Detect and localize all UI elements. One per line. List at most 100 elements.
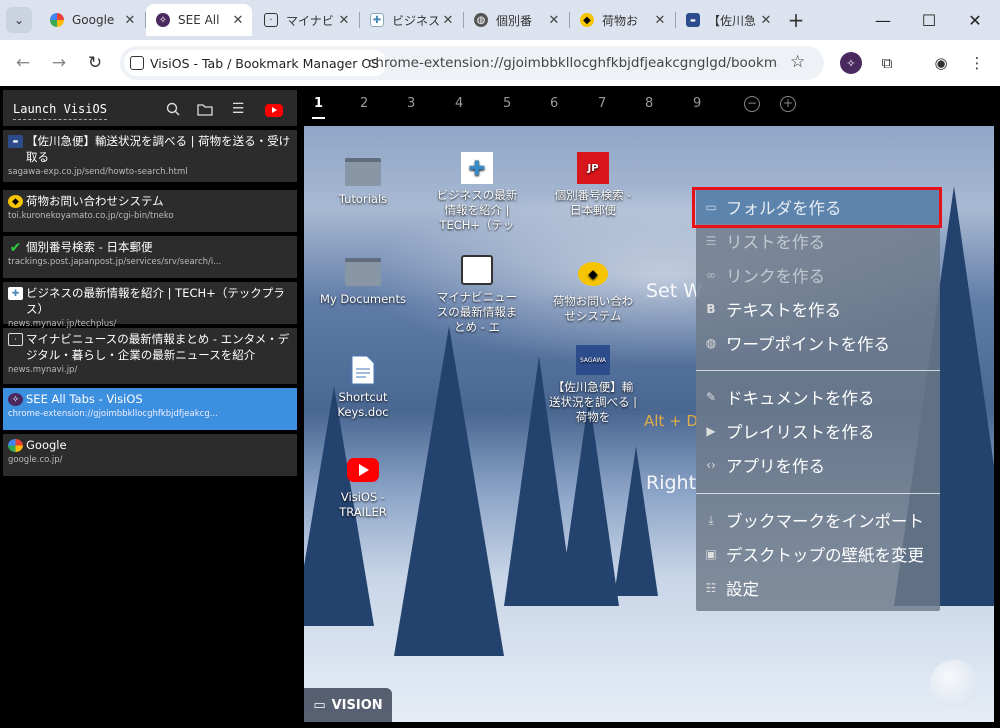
menu-item-create-text[interactable]: B テキストを作る — [696, 292, 940, 326]
menu-item-change-wallpaper[interactable]: ▣ デスクトップの壁紙を変更 — [696, 537, 940, 571]
minimize-button[interactable]: — — [868, 8, 898, 32]
desktop-tab-5[interactable]: 5 — [503, 96, 511, 111]
tab-title: ビジネス — [392, 13, 440, 28]
desktop-tab-6[interactable]: 6 — [550, 96, 558, 111]
extensions-puzzle-icon[interactable]: ⧉ — [876, 52, 898, 74]
yamato-icon: ◆ — [580, 13, 594, 27]
forward-button[interactable]: → — [47, 51, 71, 75]
reload-button[interactable]: ↻ — [83, 51, 107, 75]
close-tab-icon[interactable]: ✕ — [230, 13, 246, 28]
desktop-tab-7[interactable]: 7 — [598, 96, 606, 111]
menu-item-create-app[interactable]: ‹› アプリを作る — [696, 448, 940, 482]
tab-card[interactable]: · マイナビニュースの最新情報まとめ - エンタメ・デジタル・暮らし・企業の最新ニ… — [3, 328, 297, 384]
tab-card-url: trackings.post.japanpost.jp/services/srv… — [8, 257, 222, 267]
hint-text: Right — [646, 472, 697, 494]
browser-tab-yamato[interactable]: ◆ 荷物お ✕ — [570, 4, 674, 36]
browser-tab-sagawa[interactable]: ▬ 【佐川急 ✕ — [676, 4, 780, 36]
tab-title: 【佐川急 — [708, 13, 757, 28]
browser-tab-visios[interactable]: ✧ SEE All ✕ — [146, 4, 252, 36]
more-menu-icon[interactable]: ⋮ — [966, 52, 988, 74]
desktop-icon-sagawa[interactable]: SAGAWA 【佐川急便】輸送状況を調べる | 荷物を — [548, 344, 638, 425]
close-tab-icon[interactable]: ✕ — [758, 13, 774, 28]
tab-card-selected[interactable]: ✧ SEE All Tabs - VisiOS chrome-extension:… — [3, 388, 297, 430]
menu-item-create-list[interactable]: ☰ リストを作る — [696, 224, 940, 258]
menu-item-import-bookmarks[interactable]: ⤓ ブックマークをインポート — [696, 503, 940, 537]
tab-search-button[interactable]: ⌄ — [6, 7, 32, 33]
close-tab-icon[interactable]: ✕ — [122, 13, 138, 28]
vision-button[interactable]: ▭ VISION — [304, 688, 392, 722]
search-icon[interactable] — [164, 100, 182, 118]
hint-text: Alt + D — [644, 412, 698, 430]
desktop-icon-visios-trailer[interactable]: VisiOS - TRAILER — [318, 454, 408, 520]
monitor-icon — [461, 255, 493, 285]
menu-item-settings[interactable]: ☷ 設定 — [696, 571, 940, 605]
visios-extension-icon[interactable]: ✧ — [840, 52, 862, 74]
techplus-icon: ✚ — [461, 152, 493, 184]
desktop-icon-techplus[interactable]: ✚ ビジネスの最新情報を紹介 | TECH+（テッ — [432, 152, 522, 233]
hint-text: Set W — [646, 280, 703, 302]
tab-card[interactable]: Google google.co.jp/ — [3, 434, 297, 476]
vision-label: VISION — [331, 697, 383, 713]
desktop-icon-tutorials[interactable]: Tutorials — [318, 156, 408, 207]
tab-sidebar: Launch VisiOS ☰ ▬ 【佐川急便】輸送状況を調べる | 荷物を送る・… — [0, 86, 300, 728]
close-tab-icon[interactable]: ✕ — [440, 13, 456, 28]
site-info-chip[interactable]: VisiOS - Tab / Bookmark Manager OS — [124, 50, 388, 76]
close-tab-icon[interactable]: ✕ — [546, 13, 562, 28]
snow-tree — [559, 396, 619, 606]
maximize-button[interactable]: ☐ — [914, 8, 944, 32]
hamburger-menu-icon[interactable]: ☰ — [229, 100, 247, 118]
tab-card[interactable]: ✔ 個別番号検索 - 日本郵便 trackings.post.japanpost.… — [3, 236, 297, 278]
browser-tab-techplus[interactable]: ✚ ビジネス ✕ — [360, 4, 462, 36]
address-bar[interactable]: VisiOS - Tab / Bookmark Manager OS chrom… — [120, 46, 824, 80]
desktop-icon-label: ビジネスの最新情報を紹介 | TECH+（テッ — [436, 188, 518, 232]
close-tab-icon[interactable]: ✕ — [652, 13, 668, 28]
desktop-tab-4[interactable]: 4 — [455, 96, 463, 111]
tab-card[interactable]: ✚ ビジネスの最新情報を紹介 | TECH+（テックプラス） news.mynav… — [3, 282, 297, 329]
new-tab-button[interactable]: + — [784, 8, 808, 32]
close-tab-icon[interactable]: ✕ — [336, 13, 352, 28]
close-window-button[interactable]: ✕ — [960, 8, 990, 32]
menu-item-create-link[interactable]: ∞ リンクを作る — [696, 258, 940, 292]
back-button[interactable]: ← — [11, 51, 35, 75]
browser-toolbar: ← → ↻ VisiOS - Tab / Bookmark Manager OS… — [0, 40, 1000, 86]
user-avatar[interactable] — [930, 660, 978, 708]
bookmark-star-icon[interactable]: ☆ — [790, 52, 805, 72]
desktop-tab-3[interactable]: 3 — [407, 96, 415, 111]
menu-item-label: ワープポイントを作る — [726, 335, 891, 354]
desktop-switcher: 1 2 3 4 5 6 7 8 9 − + — [304, 86, 994, 124]
desktop-tab-9[interactable]: 9 — [693, 96, 701, 111]
desktop-icon-mynavi[interactable]: マイナビニュースの最新情報まとめ - エ — [432, 254, 522, 335]
visios-icon: ✧ — [8, 393, 23, 406]
menu-item-create-document[interactable]: ✎ ドキュメントを作る — [696, 380, 940, 414]
desktop-icon-my-documents[interactable]: My Documents — [318, 256, 408, 307]
url-text[interactable]: chrome-extension://gjoimbbkllocghfkbjdfj… — [368, 55, 778, 71]
browser-tab-google[interactable]: Google ✕ — [40, 4, 144, 36]
site-chip-label: VisiOS - Tab / Bookmark Manager OS — [150, 55, 380, 71]
folder-icon[interactable] — [196, 100, 214, 118]
tab-card[interactable]: ◆ 荷物お問い合わせシステム toi.kuronekoyamato.co.jp/c… — [3, 190, 297, 232]
techplus-icon: ✚ — [370, 13, 384, 27]
desktop-icon-yamato[interactable]: ◆ 荷物お問い合わせシステム — [548, 258, 638, 324]
desktop-tab-2[interactable]: 2 — [360, 96, 368, 111]
desktop-tab-8[interactable]: 8 — [645, 96, 653, 111]
menu-item-label: ブックマークをインポート — [726, 512, 924, 531]
browser-tab-mynavi[interactable]: · マイナビ ✕ — [254, 4, 358, 36]
youtube-icon[interactable] — [265, 104, 283, 117]
menu-item-label: 設定 — [726, 580, 759, 599]
desktop-tab-1[interactable]: 1 — [311, 96, 326, 119]
launch-visios-link[interactable]: Launch VisiOS — [13, 102, 107, 120]
sagawa-icon: ▬ — [8, 135, 23, 148]
menu-item-label: アプリを作る — [726, 457, 825, 476]
menu-item-create-warppoint[interactable]: ◍ ワープポイントを作る — [696, 326, 940, 360]
checkmark-icon: ✔ — [9, 239, 22, 256]
desktop-icon-label: 個別番号検索 - 日本郵便 — [554, 188, 632, 217]
zoom-in-icon[interactable]: + — [780, 96, 796, 112]
browser-tab-japanpost[interactable]: ◍ 個別番 ✕ — [464, 4, 568, 36]
desktop-icon-shortcut-keys[interactable]: Shortcut Keys.doc — [318, 354, 408, 420]
profile-icon[interactable]: ◉ — [930, 52, 952, 74]
zoom-out-icon[interactable]: − — [744, 96, 760, 112]
desktop-icon-japanpost[interactable]: JP 個別番号検索 - 日本郵便 — [548, 152, 638, 218]
tab-card[interactable]: ▬ 【佐川急便】輸送状況を調べる | 荷物を送る・受け取る sagawa-exp.… — [3, 130, 297, 182]
desktop-icon-label: マイナビニュースの最新情報まとめ - エ — [436, 290, 518, 334]
menu-item-create-playlist[interactable]: ▶ プレイリストを作る — [696, 414, 940, 448]
